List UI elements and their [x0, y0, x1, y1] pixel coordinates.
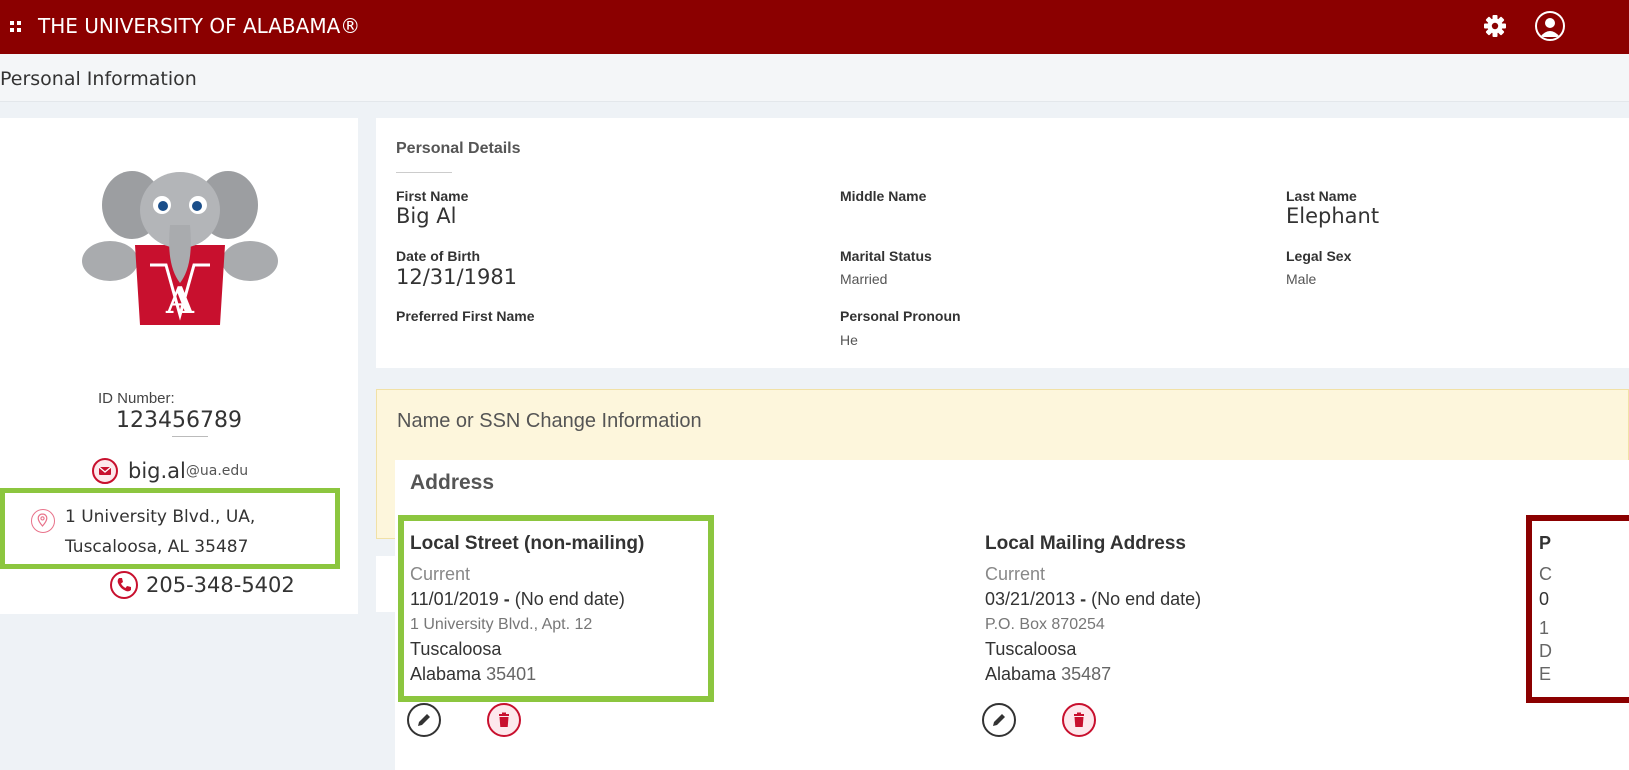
gear-icon[interactable]: [1480, 11, 1510, 41]
envelope-icon: [92, 458, 118, 484]
svg-text:A: A: [165, 280, 195, 322]
divider: [172, 436, 208, 437]
legal-sex-value: Male: [1286, 271, 1317, 287]
id-number-value: 123456789: [116, 408, 242, 433]
legal-sex-label: Legal Sex: [1286, 248, 1352, 264]
delete-button[interactable]: [1062, 703, 1096, 737]
last-name-label: Last Name: [1286, 188, 1357, 204]
address-card-dates: 03/21/2013 - (No end date): [985, 589, 1202, 609]
profile-photo: A: [80, 165, 280, 335]
first-name-value: Big Al: [396, 204, 457, 228]
phone-number[interactable]: 205-348-5402: [146, 573, 295, 597]
phone-row: 205-348-5402: [110, 571, 295, 599]
address-card-heading: Local Mailing Address: [985, 533, 1186, 554]
location-pin-icon: [31, 509, 55, 533]
address-card-city: Tuscaloosa: [985, 639, 1077, 659]
delete-button[interactable]: [487, 703, 521, 737]
permanent-address-highlight: [1526, 515, 1629, 703]
apps-grid-icon[interactable]: [10, 21, 22, 33]
trash-icon: [1074, 712, 1084, 727]
brand-title[interactable]: THE UNIVERSITY OF ALABAMA®: [38, 14, 360, 38]
preferred-first-name-label: Preferred First Name: [396, 308, 535, 324]
pencil-icon: [993, 714, 1005, 726]
email-domain[interactable]: @ua.edu: [186, 463, 248, 479]
profile-address-line1: 1 University Blvd., UA,: [65, 507, 256, 527]
middle-name-label: Middle Name: [840, 188, 927, 204]
personal-pronoun-value: He: [840, 332, 858, 348]
address-title: Address: [410, 471, 495, 494]
user-icon[interactable]: [1535, 11, 1565, 41]
address-card-street: P.O. Box 870254: [985, 616, 1105, 633]
top-bar: THE UNIVERSITY OF ALABAMA®: [0, 0, 1629, 54]
email-row: big.al@ua.edu: [92, 458, 248, 488]
address-card-status: Current: [985, 564, 1046, 584]
id-number-label: ID Number:: [98, 390, 175, 407]
last-name-value: Elephant: [1286, 204, 1380, 228]
edit-button[interactable]: [407, 703, 441, 737]
divider: [396, 172, 452, 173]
pencil-icon: [418, 714, 430, 726]
profile-address-line2: Tuscaloosa, AL 35487: [65, 537, 249, 557]
personal-pronoun-label: Personal Pronoun: [840, 308, 961, 324]
marital-status-value: Married: [840, 271, 888, 287]
dob-label: Date of Birth: [396, 248, 480, 264]
section-title: Personal Details: [396, 140, 521, 157]
marital-status-label: Marital Status: [840, 248, 932, 264]
personal-details-card: Personal Details First Name Big Al Middl…: [376, 118, 1629, 368]
name-change-title: Name or SSN Change Information: [397, 410, 702, 432]
email-user[interactable]: big.al: [128, 459, 186, 483]
profile-address-highlight: 1 University Blvd., UA, Tuscaloosa, AL 3…: [0, 488, 340, 569]
trash-icon: [499, 712, 509, 727]
dob-value: 12/31/1981: [396, 265, 518, 289]
page-header: Personal Information: [0, 54, 1629, 102]
page-title: Personal Information: [0, 68, 197, 90]
first-name-label: First Name: [396, 188, 469, 204]
address-card-state-zip: Alabama 35487: [985, 664, 1112, 684]
local-street-highlight: [398, 515, 714, 702]
phone-icon: [110, 571, 138, 599]
edit-button[interactable]: [982, 703, 1016, 737]
